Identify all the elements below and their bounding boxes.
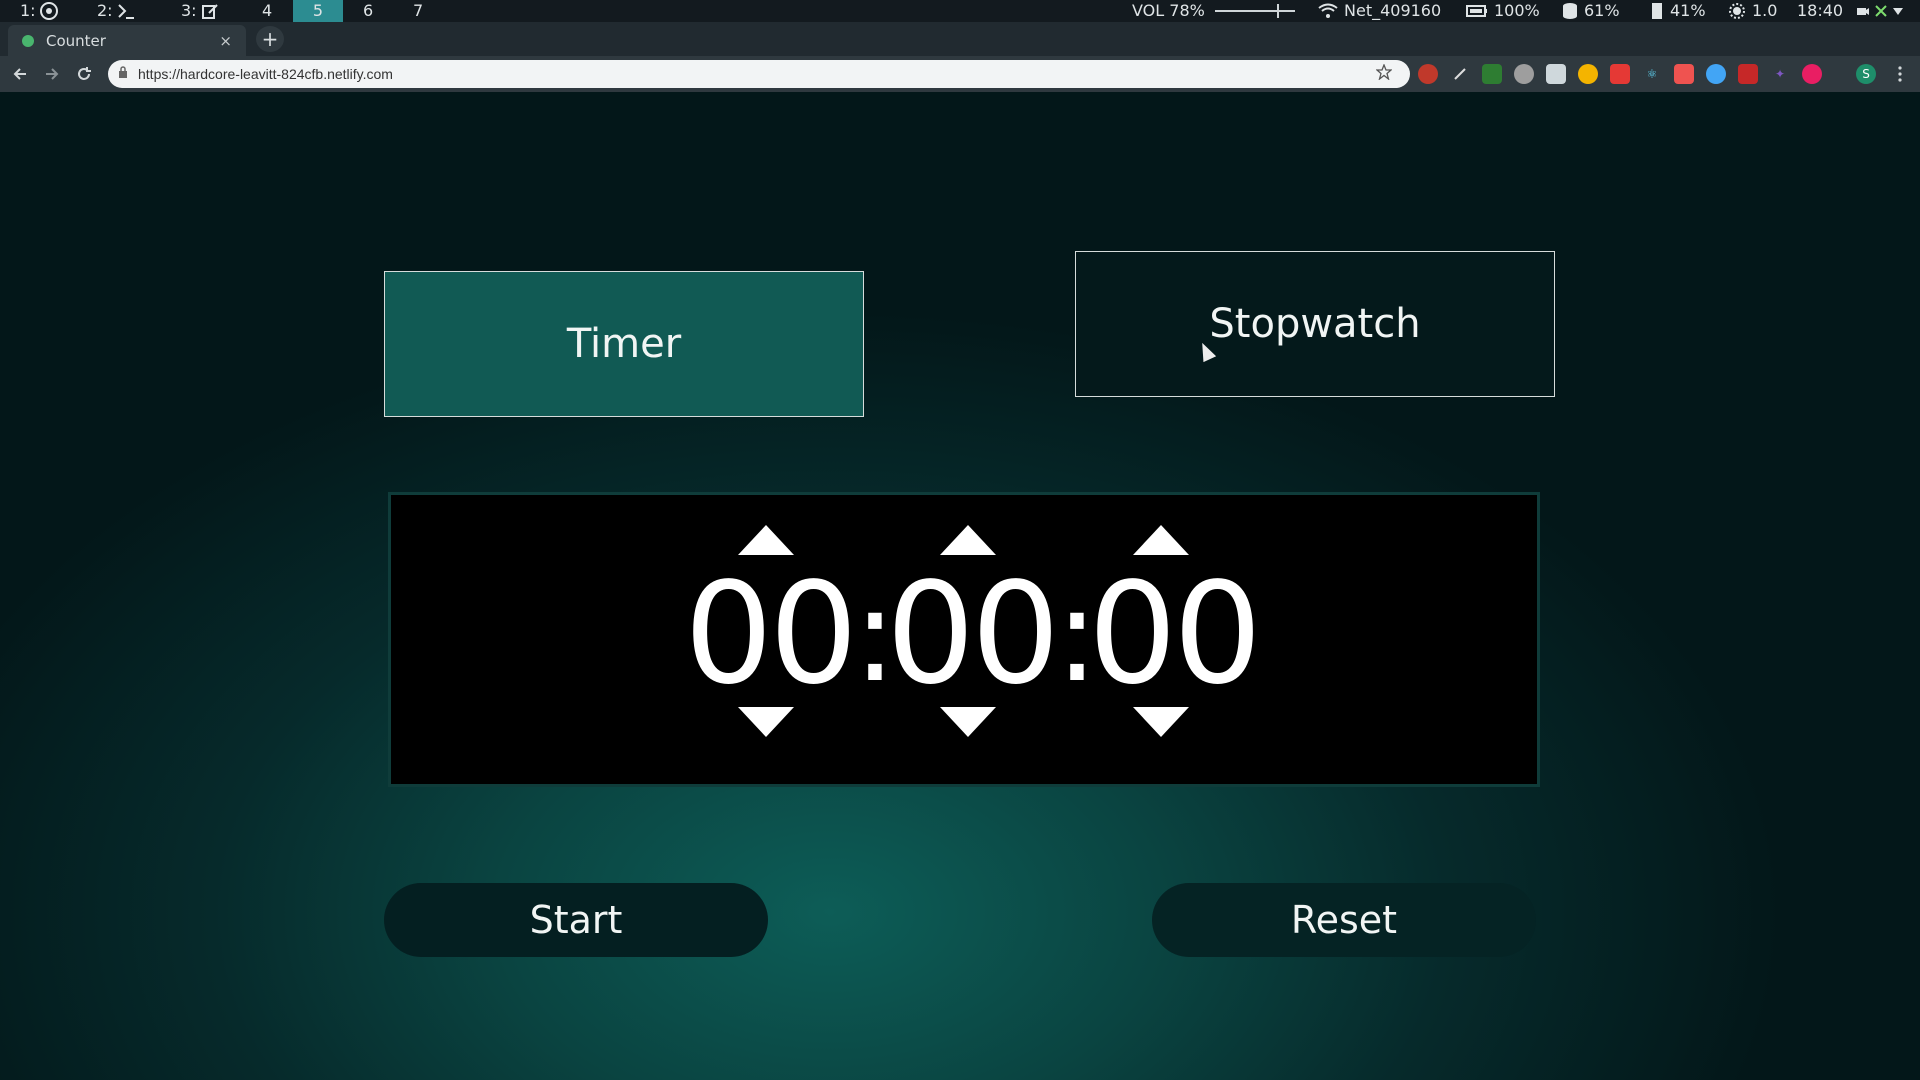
disk-label: 61% <box>1584 1 1620 20</box>
dropdown-icon[interactable] <box>1892 5 1904 17</box>
workspace-7-label: 7 <box>413 1 424 20</box>
tools-icon[interactable] <box>1874 4 1888 18</box>
lock-icon <box>118 66 138 82</box>
arrow-left-icon <box>13 68 26 80</box>
profile-avatar[interactable]: S <box>1856 64 1876 84</box>
extension-icon[interactable] <box>1578 64 1598 84</box>
system-bar: 1: 2: 3: 4 5 6 7 VOL 78% Net_409160 100%… <box>0 0 1920 22</box>
timer-mode-label: Timer <box>566 321 682 367</box>
workspace-1-label: 1: <box>20 1 36 20</box>
extension-icon[interactable] <box>1418 64 1438 84</box>
memory-indicator: 41% <box>1650 0 1706 22</box>
hours-value: 00 <box>684 553 858 716</box>
minutes-value: 00 <box>886 553 1060 716</box>
hours-up-icon[interactable] <box>738 525 794 555</box>
extension-icon[interactable] <box>1546 64 1566 84</box>
network-indicator: Net_409160 <box>1318 0 1441 22</box>
extension-icon[interactable] <box>1610 64 1630 84</box>
start-button[interactable]: Start <box>384 883 768 957</box>
arrow-right-icon <box>46 68 59 80</box>
reset-button[interactable]: Reset <box>1152 883 1536 957</box>
url-text[interactable]: https://hardcore-leavitt-824cfb.netlify.… <box>138 66 1376 82</box>
new-tab-button[interactable]: + <box>256 26 284 52</box>
seconds-down-icon[interactable] <box>1133 707 1189 737</box>
extension-icon[interactable] <box>1738 64 1758 84</box>
extension-icon[interactable]: ✦ <box>1770 64 1790 84</box>
wifi-icon <box>1318 3 1338 18</box>
stopwatch-mode-button[interactable]: Stopwatch <box>1075 251 1555 397</box>
profile-initial: S <box>1862 67 1870 81</box>
terminal-icon <box>117 4 134 19</box>
extension-icon[interactable] <box>1802 64 1822 84</box>
workspace-3[interactable]: 3: <box>181 0 219 22</box>
seconds-up-icon[interactable] <box>1133 525 1189 555</box>
memory-label: 41% <box>1670 1 1706 20</box>
browser-toolbar: https://hardcore-leavitt-824cfb.netlify.… <box>0 56 1920 92</box>
more-vert-icon <box>1898 66 1902 82</box>
volume-label: VOL 78% <box>1132 1 1205 20</box>
extension-icon[interactable] <box>1482 64 1502 84</box>
workspace-2[interactable]: 2: <box>97 0 135 22</box>
extension-icon[interactable] <box>1514 64 1534 84</box>
network-label: Net_409160 <box>1344 1 1442 20</box>
timer-mode-button[interactable]: Timer <box>384 271 864 417</box>
tab-title: Counter <box>46 31 106 50</box>
workspace-4[interactable]: 4 <box>262 0 272 22</box>
hours-down-icon[interactable] <box>738 707 794 737</box>
workspace-5-label: 5 <box>312 1 324 20</box>
database-icon <box>1563 3 1577 19</box>
workspace-2-label: 2: <box>97 1 113 20</box>
reload-icon <box>78 67 91 80</box>
extensions-bar: ⚛ ✦ <box>1418 64 1822 84</box>
workspace-3-label: 3: <box>181 1 197 20</box>
workspace-6-label: 6 <box>363 1 374 20</box>
plus-icon: + <box>261 27 279 51</box>
reload-button[interactable] <box>72 62 96 86</box>
minutes-down-icon[interactable] <box>940 707 996 737</box>
workspace-4-label: 4 <box>262 1 273 20</box>
tray-icons <box>1856 0 1904 22</box>
clock-label: 18:40 <box>1797 1 1844 20</box>
tab-counter[interactable]: Counter × <box>8 25 246 56</box>
extension-icon[interactable] <box>1674 64 1694 84</box>
volume-indicator[interactable]: VOL 78% <box>1132 0 1295 22</box>
react-devtools-icon[interactable]: ⚛ <box>1642 64 1662 84</box>
seconds-value: 00 <box>1088 553 1262 716</box>
battery-indicator: 100% <box>1466 0 1540 22</box>
camera-icon <box>1857 8 1869 15</box>
workspace-1[interactable]: 1: <box>20 0 58 22</box>
edit-icon <box>201 4 218 19</box>
bookmark-star-icon[interactable] <box>1375 63 1400 84</box>
memory-icon <box>1652 3 1662 19</box>
brightness-label: 1.0 <box>1752 1 1778 20</box>
pen-extension-icon[interactable] <box>1450 64 1470 84</box>
start-label: Start <box>529 898 623 942</box>
brightness-icon <box>1729 3 1745 19</box>
forward-button[interactable] <box>40 62 64 86</box>
chrome-icon <box>39 2 58 20</box>
back-button[interactable] <box>8 62 32 86</box>
close-icon[interactable]: × <box>219 32 232 50</box>
browser-menu-button[interactable] <box>1890 62 1910 86</box>
clock: 18:40 <box>1797 0 1843 22</box>
workspace-5[interactable]: 5 <box>293 0 343 22</box>
brightness-indicator: 1.0 <box>1728 0 1777 22</box>
reset-label: Reset <box>1290 898 1398 942</box>
volume-slider[interactable] <box>1214 4 1295 18</box>
workspace-6[interactable]: 6 <box>363 0 373 22</box>
address-bar[interactable]: https://hardcore-leavitt-824cfb.netlify.… <box>108 60 1410 88</box>
battery-label: 100% <box>1494 1 1540 20</box>
app-page: Timer Stopwatch 00 : 00 : 00 Start Reset <box>0 92 1920 1080</box>
disk-indicator: 61% <box>1562 0 1620 22</box>
extension-icon[interactable] <box>1706 64 1726 84</box>
stopwatch-mode-label: Stopwatch <box>1209 301 1421 347</box>
tab-strip: Counter × <box>0 22 1920 56</box>
favicon-icon <box>22 34 34 47</box>
battery-icon <box>1466 5 1487 17</box>
minutes-up-icon[interactable] <box>940 525 996 555</box>
workspace-7[interactable]: 7 <box>413 0 423 22</box>
time-display: 00 : 00 : 00 <box>388 492 1540 787</box>
